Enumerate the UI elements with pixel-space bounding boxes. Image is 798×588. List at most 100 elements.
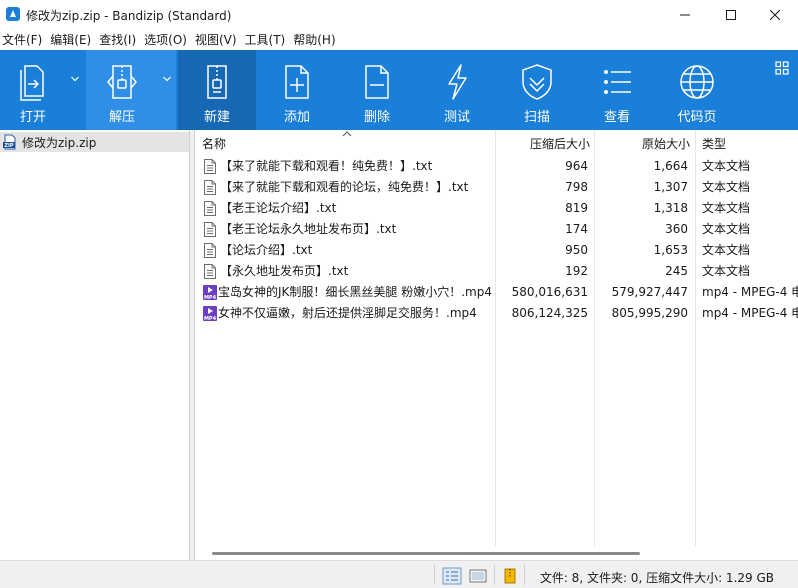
scrollbar-thumb[interactable]: [212, 552, 640, 555]
open-dropdown-button[interactable]: [66, 50, 84, 130]
close-button[interactable]: [752, 0, 798, 30]
file-packed-size: 806,124,325: [511, 306, 588, 320]
globe-icon: [680, 65, 714, 99]
add-label: 添加: [283, 110, 310, 125]
file-name: 女神不仅逼嫩，射后还提供淫脚足交服务！.mp4: [218, 306, 477, 320]
text-file-icon: [204, 243, 216, 258]
layout-grid-icon[interactable]: [775, 61, 789, 75]
list-view-icon: [604, 70, 631, 94]
status-divider: [524, 565, 525, 585]
file-original-size: 1,653: [653, 243, 688, 257]
status-divider: [494, 565, 495, 585]
svg-text:MP4: MP4: [204, 316, 217, 322]
codepage-button[interactable]: 代码页: [658, 50, 736, 130]
file-row[interactable]: 【来了就能下载和观看的论坛，纯免费！】.txt 798 1,307 文本文档: [196, 177, 798, 198]
thumbnail-view-icon[interactable]: [468, 567, 488, 585]
new-archive-button[interactable]: 新建: [178, 50, 256, 130]
new-label: 新建: [203, 110, 230, 125]
file-original-size: 805,995,290: [611, 306, 688, 320]
menu-options[interactable]: 选项(O): [142, 30, 193, 50]
file-original-size: 579,927,447: [611, 285, 688, 299]
status-text: 文件: 8, 文件夹: 0, 压缩文件大小: 1.29 GB: [539, 571, 774, 585]
file-type: 文本文档: [702, 264, 751, 278]
delete-file-icon: [365, 65, 389, 99]
column-header-name[interactable]: 名称: [202, 130, 226, 156]
scan-button[interactable]: 扫描: [498, 50, 576, 130]
file-type: mp4 - MPEG-4 电: [702, 285, 798, 299]
chevron-down-icon: [71, 76, 79, 82]
horizontal-scrollbar[interactable]: [196, 546, 798, 560]
file-name: 【论坛介绍】.txt: [220, 243, 313, 257]
column-header-original[interactable]: 原始大小: [642, 130, 690, 156]
panel-splitter[interactable]: [190, 130, 195, 560]
extract-zip-icon: [107, 65, 137, 99]
file-name: 宝岛女神的JK制服！细长黑丝美腿 粉嫩小穴！.mp4: [218, 285, 492, 299]
file-name: 【老王论坛永久地址发布页】.txt: [220, 222, 397, 236]
shield-icon: [522, 64, 552, 100]
menu-tools[interactable]: 工具(T): [243, 30, 292, 50]
file-packed-size: 798: [565, 180, 588, 194]
file-row[interactable]: MP4 女神不仅逼嫩，射后还提供淫脚足交服务！.mp4 806,124,325 805…: [196, 303, 798, 324]
file-name: 【永久地址发布页】.txt: [220, 264, 349, 278]
file-packed-size: 580,016,631: [511, 285, 588, 299]
delete-label: 删除: [363, 110, 390, 125]
file-packed-size: 950: [565, 243, 588, 257]
maximize-button[interactable]: [708, 0, 754, 30]
delete-button[interactable]: 删除: [338, 50, 416, 130]
extract-dropdown-button[interactable]: [158, 50, 176, 130]
file-original-size: 360: [665, 222, 688, 236]
file-row[interactable]: 【论坛介绍】.txt 950 1,653 文本文档: [196, 240, 798, 261]
file-row[interactable]: 【老王论坛介绍】.txt 819 1,318 文本文档: [196, 198, 798, 219]
menu-find[interactable]: 查找(I): [97, 30, 142, 50]
menu-help[interactable]: 帮助(H): [291, 30, 341, 50]
file-row[interactable]: 【来了就能下载和观看！纯免费！】.txt 964 1,664 文本文档: [196, 156, 798, 177]
open-file-icon: [20, 65, 44, 101]
menu-edit[interactable]: 编辑(E): [48, 30, 97, 50]
add-button[interactable]: 添加: [258, 50, 336, 130]
view-button[interactable]: 查看: [578, 50, 656, 130]
file-type: 文本文档: [702, 159, 751, 173]
text-file-icon: [204, 180, 216, 195]
text-file-icon: [204, 201, 216, 216]
sort-ascending-icon: [342, 131, 352, 137]
video-file-icon: MP4: [203, 285, 217, 301]
column-header-packed[interactable]: 压缩后大小: [530, 130, 590, 156]
open-button[interactable]: 打开: [0, 50, 66, 130]
menu-view[interactable]: 视图(V): [193, 30, 243, 50]
file-name: 【来了就能下载和观看！纯免费！】.txt: [220, 159, 433, 173]
file-packed-size: 192: [565, 264, 588, 278]
file-type: 文本文档: [702, 222, 751, 236]
codepage-label: 代码页: [677, 110, 717, 125]
file-original-size: 245: [665, 264, 688, 278]
menu-bar: 文件(F) 编辑(E) 查找(I) 选项(O) 视图(V) 工具(T) 帮助(H…: [0, 30, 798, 50]
view-label: 查看: [603, 110, 630, 125]
bandizip-app-icon[interactable]: [5, 6, 21, 22]
maximize-icon: [726, 10, 736, 20]
test-button[interactable]: 测试: [418, 50, 496, 130]
file-original-size: 1,664: [653, 159, 688, 173]
minimize-icon: [680, 14, 690, 16]
details-view-icon[interactable]: [442, 567, 462, 585]
svg-text:MP4: MP4: [204, 295, 217, 301]
file-type: 文本文档: [702, 180, 751, 194]
extract-button[interactable]: 解压: [86, 50, 158, 130]
test-label: 测试: [443, 110, 470, 125]
chevron-down-icon: [163, 76, 171, 82]
minimize-button[interactable]: [662, 0, 708, 30]
status-divider: [434, 565, 435, 585]
file-row[interactable]: MP4 宝岛女神的JK制服！细长黑丝美腿 粉嫩小穴！.mp4 580,016,631…: [196, 282, 798, 303]
extract-label: 解压: [108, 110, 135, 125]
status-bar: 文件: 8, 文件夹: 0, 压缩文件大小: 1.29 GB: [0, 560, 798, 588]
archive-info-icon[interactable]: [500, 567, 520, 585]
tree-item-archive[interactable]: ZIP 修改为zip.zip: [0, 132, 189, 152]
video-file-icon: MP4: [203, 306, 217, 322]
file-name: 【老王论坛介绍】.txt: [220, 201, 337, 215]
new-archive-icon: [207, 65, 227, 99]
file-name: 【来了就能下载和观看的论坛，纯免费！】.txt: [220, 180, 469, 194]
file-row[interactable]: 【永久地址发布页】.txt 192 245 文本文档: [196, 261, 798, 282]
file-packed-size: 174: [565, 222, 588, 236]
file-type: 文本文档: [702, 243, 751, 257]
menu-file[interactable]: 文件(F): [0, 30, 48, 50]
column-header-type[interactable]: 类型: [702, 130, 726, 156]
file-row[interactable]: 【老王论坛永久地址发布页】.txt 174 360 文本文档: [196, 219, 798, 240]
